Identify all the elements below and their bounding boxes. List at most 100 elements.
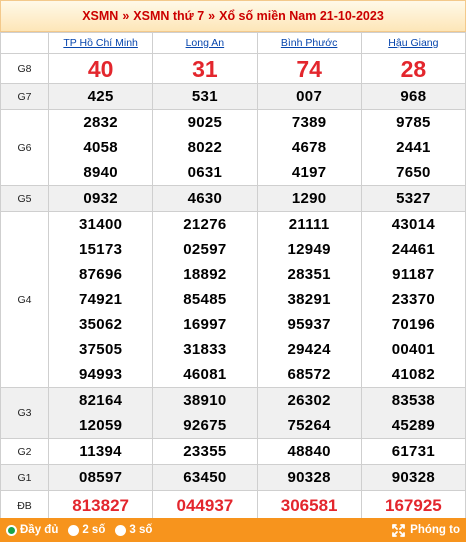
option-3-digits[interactable]: 3 số	[115, 524, 152, 536]
prize-cell: 08597	[47, 464, 154, 491]
prize-cell: 2832 4058 8940	[47, 109, 154, 186]
prize-row: G7 425 531 007 968	[0, 83, 466, 110]
province-header[interactable]: TP Hồ Chí Minh	[47, 32, 154, 54]
prize-number: 425	[87, 88, 114, 105]
prize-number: 35062	[79, 316, 123, 333]
prize-number: 82164	[79, 392, 123, 409]
prize-number: 1290	[291, 190, 327, 207]
prize-number: 23355	[183, 443, 227, 460]
prize-label: G7	[0, 83, 49, 110]
radio-full[interactable]	[6, 524, 17, 536]
prize-number: 63450	[183, 469, 227, 486]
prize-number: 31400	[79, 216, 123, 233]
prize-cell: 82164 12059	[47, 387, 154, 439]
prize-cell: 531	[152, 83, 258, 110]
prize-number: 92675	[183, 417, 227, 434]
prize-number: 21111	[288, 216, 330, 233]
prize-cell: 11394	[47, 438, 154, 465]
province-header[interactable]: Bình Phước	[256, 32, 362, 54]
prize-cell: 63450	[152, 464, 258, 491]
prize-number: 38291	[287, 291, 331, 308]
breadcrumb-xsmn-saturday[interactable]: XSMN thứ 7	[133, 9, 204, 23]
prize-number: 23370	[391, 291, 435, 308]
option-full-label: Đầy đủ	[20, 524, 59, 536]
prize-number: 9785	[396, 114, 431, 131]
prize-number: 46081	[183, 366, 227, 383]
prize-cell: 306581	[256, 490, 362, 522]
prize-number: 24461	[391, 241, 435, 258]
prize-number: 12059	[79, 417, 123, 434]
prize-cell: 43014 24461 91187 23370 70196 00401 41082	[360, 211, 466, 388]
prize-number: 29424	[287, 341, 331, 358]
prize-number: 85485	[183, 291, 227, 308]
prize-number: 28351	[287, 266, 331, 283]
prize-cell: 044937	[152, 490, 258, 522]
breadcrumb-current-date[interactable]: Xổ số miền Nam 21-10-2023	[219, 9, 384, 23]
prize-number: 007	[296, 88, 323, 105]
prize-number: 16997	[183, 316, 227, 333]
prize-number: 8022	[187, 139, 223, 156]
zoom-button[interactable]: Phóng to	[392, 523, 460, 537]
option-3-digits-label: 3 số	[129, 524, 153, 536]
prize-number: 15173	[79, 241, 123, 258]
prize-row: G6 2832 4058 8940 9025 8022 0631 7389 4678 4197 97…	[0, 109, 466, 186]
expand-icon	[392, 523, 406, 537]
option-2-digits-label: 2 số	[82, 524, 106, 536]
prize-number: 02597	[183, 241, 227, 258]
prize-cell: 90328	[256, 464, 362, 491]
prize-number: 95937	[287, 316, 331, 333]
province-header[interactable]: Hậu Giang	[360, 32, 466, 54]
prize-number: 48840	[287, 443, 331, 460]
empty-corner-cell	[0, 32, 49, 54]
prize-cell: 9785 2441 7650	[360, 109, 466, 186]
prize-number: 38910	[183, 392, 227, 409]
prize-label: ĐB	[0, 490, 49, 522]
prize-number: 70196	[391, 316, 435, 333]
prize-number: 7650	[396, 164, 431, 181]
radio-3-digits[interactable]	[115, 524, 127, 536]
prize-row: G3 82164 12059 38910 92675 26302 75264 83538 452…	[0, 387, 466, 439]
prize-cell: 968	[360, 83, 466, 110]
prize-number: 813827	[72, 496, 129, 515]
prize-number: 37505	[79, 341, 123, 358]
prize-number: 8940	[83, 164, 118, 181]
prize-cell: 28	[360, 53, 466, 84]
prize-number: 83538	[391, 392, 435, 409]
prize-number: 531	[191, 88, 218, 105]
prize-cell: 21111 12949 28351 38291 95937 29424 68572	[256, 211, 362, 388]
prize-cell: 5327	[360, 185, 466, 212]
prize-cell: 1290	[256, 185, 362, 212]
prize-number: 18892	[183, 266, 227, 283]
prize-number: 90328	[391, 469, 435, 486]
prize-cell: 007	[256, 83, 362, 110]
prize-number: 0932	[83, 190, 118, 207]
breadcrumb-separator: »	[122, 9, 130, 23]
prize-cell: 61731	[360, 438, 466, 465]
prize-cell: 26302 75264	[256, 387, 362, 439]
prize-number: 87696	[79, 266, 123, 283]
prize-cell: 23355	[152, 438, 258, 465]
option-2-digits[interactable]: 2 số	[68, 524, 105, 536]
prize-number: 9025	[187, 114, 223, 131]
prize-label: G3	[0, 387, 49, 439]
prize-number: 91187	[392, 266, 435, 283]
results-table: TP Hồ Chí Minh Long An Bình Phước Hậu Gi…	[0, 32, 466, 522]
prize-cell: 0932	[47, 185, 154, 212]
breadcrumb-xsmn[interactable]: XSMN	[82, 9, 118, 23]
prize-number: 43014	[391, 216, 435, 233]
prize-cell: 38910 92675	[152, 387, 258, 439]
prize-number: 21276	[183, 216, 227, 233]
prize-row: G1 08597 63450 90328 90328	[0, 464, 466, 491]
prize-cell: 167925	[360, 490, 466, 522]
prize-cell: 9025 8022 0631	[152, 109, 258, 186]
prize-number: 5327	[396, 190, 431, 207]
prize-number: 08597	[79, 469, 123, 486]
prize-label: G4	[0, 211, 49, 388]
prize-cell: 74	[256, 53, 362, 84]
province-header[interactable]: Long An	[152, 32, 258, 54]
prize-number: 4197	[291, 164, 327, 181]
option-full[interactable]: Đầy đủ	[6, 524, 58, 536]
radio-2-digits[interactable]	[68, 524, 80, 536]
breadcrumb-separator: »	[208, 9, 216, 23]
prize-number: 41082	[391, 366, 435, 383]
